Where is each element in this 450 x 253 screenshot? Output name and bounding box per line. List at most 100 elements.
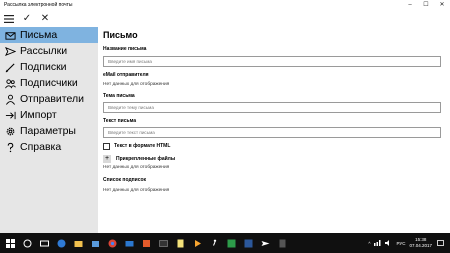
checkmark-icon: ✓	[22, 13, 32, 24]
clock[interactable]: 15:38 07.04.2017	[409, 237, 432, 249]
body-text-label: Текст письма	[103, 118, 137, 124]
calculator-icon	[279, 239, 285, 247]
task-view-button[interactable]	[37, 236, 51, 250]
folder-icon	[74, 240, 82, 247]
close-button[interactable]: ✕	[434, 0, 450, 10]
person-icon	[3, 93, 17, 105]
body-text-input[interactable]: Введите текст письма	[103, 127, 441, 138]
start-button[interactable]	[3, 236, 17, 250]
word-icon	[244, 239, 252, 247]
taskbar-app-mailer[interactable]	[258, 236, 272, 250]
pen-icon	[3, 61, 17, 73]
sidebar-item-letters[interactable]: Письма	[0, 27, 98, 43]
sidebar-item-label: Параметры	[20, 125, 76, 137]
toolbar: ✓ ✕	[0, 10, 450, 27]
people-icon	[3, 77, 17, 89]
search-button[interactable]	[20, 236, 34, 250]
add-attachment-button[interactable]: +	[103, 155, 111, 163]
save-button[interactable]: ✓	[18, 10, 36, 27]
office-icon	[142, 239, 150, 247]
windows-icon	[5, 238, 15, 248]
html-format-checkbox[interactable]	[103, 143, 110, 150]
sidebar-item-senders[interactable]: Отправители	[0, 91, 98, 107]
chrome-icon	[108, 239, 116, 247]
attachments-value: Нет данных для отображения	[103, 165, 170, 170]
taskbar-app-runner[interactable]	[207, 236, 221, 250]
sender-email-value: Нет данных для отображения	[103, 82, 170, 87]
sidebar-item-label: Справка	[20, 141, 62, 153]
tray-chevron-icon[interactable]: ^	[368, 241, 370, 246]
html-format-label: Текст в формате HTML	[114, 143, 171, 149]
send-icon	[3, 45, 17, 57]
sidebar-item-import[interactable]: Импорт	[0, 107, 98, 123]
cancel-button[interactable]: ✕	[36, 10, 54, 27]
help-icon	[3, 141, 17, 153]
sidebar-item-label: Отправители	[20, 93, 84, 105]
attachments-label: Прикрепленные файлы	[116, 155, 176, 162]
taskbar-app-mail[interactable]	[122, 236, 136, 250]
check-app-icon	[227, 239, 235, 247]
letter-name-input[interactable]: Введите имя письма	[103, 56, 441, 67]
app-window: Рассылка электронной почты – ☐ ✕ ✓ ✕ Пис…	[0, 0, 450, 233]
sidebar-item-label: Импорт	[20, 109, 57, 121]
html-format-option[interactable]: Текст в формате HTML	[103, 142, 450, 151]
attachments-header: + Прикрепленные файлы	[103, 154, 450, 164]
paper-plane-icon	[261, 240, 269, 246]
task-view-icon	[39, 240, 49, 246]
notes-icon	[177, 239, 183, 247]
sidebar-item-subscribers[interactable]: Подписчики	[0, 75, 98, 91]
taskbar-app-edge[interactable]	[54, 236, 68, 250]
subject-input[interactable]: Введите тему письма	[103, 102, 441, 113]
subject-label: Тема письма	[103, 93, 135, 99]
letter-editor: Письмо Название письма Введите имя письм…	[98, 27, 450, 233]
envelope-icon	[3, 29, 17, 41]
subscriptions-value: Нет данных для отображения	[103, 188, 170, 193]
system-tray: ^ РУС 15:38 07.04.2017	[368, 237, 450, 249]
title-bar: Рассылка электронной почты – ☐ ✕	[0, 0, 450, 10]
taskbar-app-store[interactable]	[88, 236, 102, 250]
taskbar-app-terminal[interactable]	[156, 236, 170, 250]
taskbar-app-office[interactable]	[139, 236, 153, 250]
sidebar-item-label: Подписки	[20, 61, 67, 73]
terminal-icon	[158, 239, 168, 247]
subscriptions-label: Список подписок	[103, 177, 147, 183]
sender-email-label: eMail отправителя	[103, 72, 149, 78]
sidebar-item-help[interactable]: Справка	[0, 139, 98, 155]
page-title: Письмо	[103, 30, 138, 40]
taskbar-app-notes[interactable]	[173, 236, 187, 250]
media-icon	[194, 239, 201, 247]
clock-date: 07.04.2017	[409, 243, 432, 248]
taskbar-app-word[interactable]	[241, 236, 255, 250]
search-icon	[23, 239, 31, 247]
taskbar: ^ РУС 15:38 07.04.2017	[0, 233, 450, 253]
sidebar-item-label: Письма	[20, 29, 58, 41]
sidebar-item-label: Рассылки	[20, 45, 68, 57]
network-icon[interactable]	[374, 240, 382, 246]
runner-icon	[212, 239, 216, 246]
letter-name-label: Название письма	[103, 46, 147, 52]
hamburger-menu-button[interactable]	[0, 10, 18, 27]
taskbar-app-explorer[interactable]	[71, 236, 85, 250]
maximize-button[interactable]: ☐	[418, 0, 434, 10]
taskbar-app-chrome[interactable]	[105, 236, 119, 250]
store-icon	[91, 240, 99, 247]
window-title: Рассылка электронной почты	[4, 2, 73, 8]
volume-icon[interactable]	[385, 240, 392, 246]
gear-icon	[3, 125, 17, 137]
close-icon: ✕	[40, 13, 50, 24]
taskbar-app-calc[interactable]	[275, 236, 289, 250]
hamburger-icon	[4, 14, 14, 23]
notifications-icon[interactable]	[437, 239, 444, 247]
language-indicator[interactable]: РУС	[396, 241, 405, 246]
sidebar-item-subscriptions[interactable]: Подписки	[0, 59, 98, 75]
sidebar-item-settings[interactable]: Параметры	[0, 123, 98, 139]
sidebar-item-mailings[interactable]: Рассылки	[0, 43, 98, 59]
sidebar-item-label: Подписчики	[20, 77, 78, 89]
import-arrow-icon	[3, 109, 17, 121]
mail-icon	[125, 240, 133, 246]
edge-icon	[57, 239, 65, 247]
sidebar: Письма Рассылки Подписки Подписчики Отпр…	[0, 27, 98, 233]
taskbar-app-check[interactable]	[224, 236, 238, 250]
taskbar-app-media[interactable]	[190, 236, 204, 250]
minimize-button[interactable]: –	[402, 0, 418, 10]
